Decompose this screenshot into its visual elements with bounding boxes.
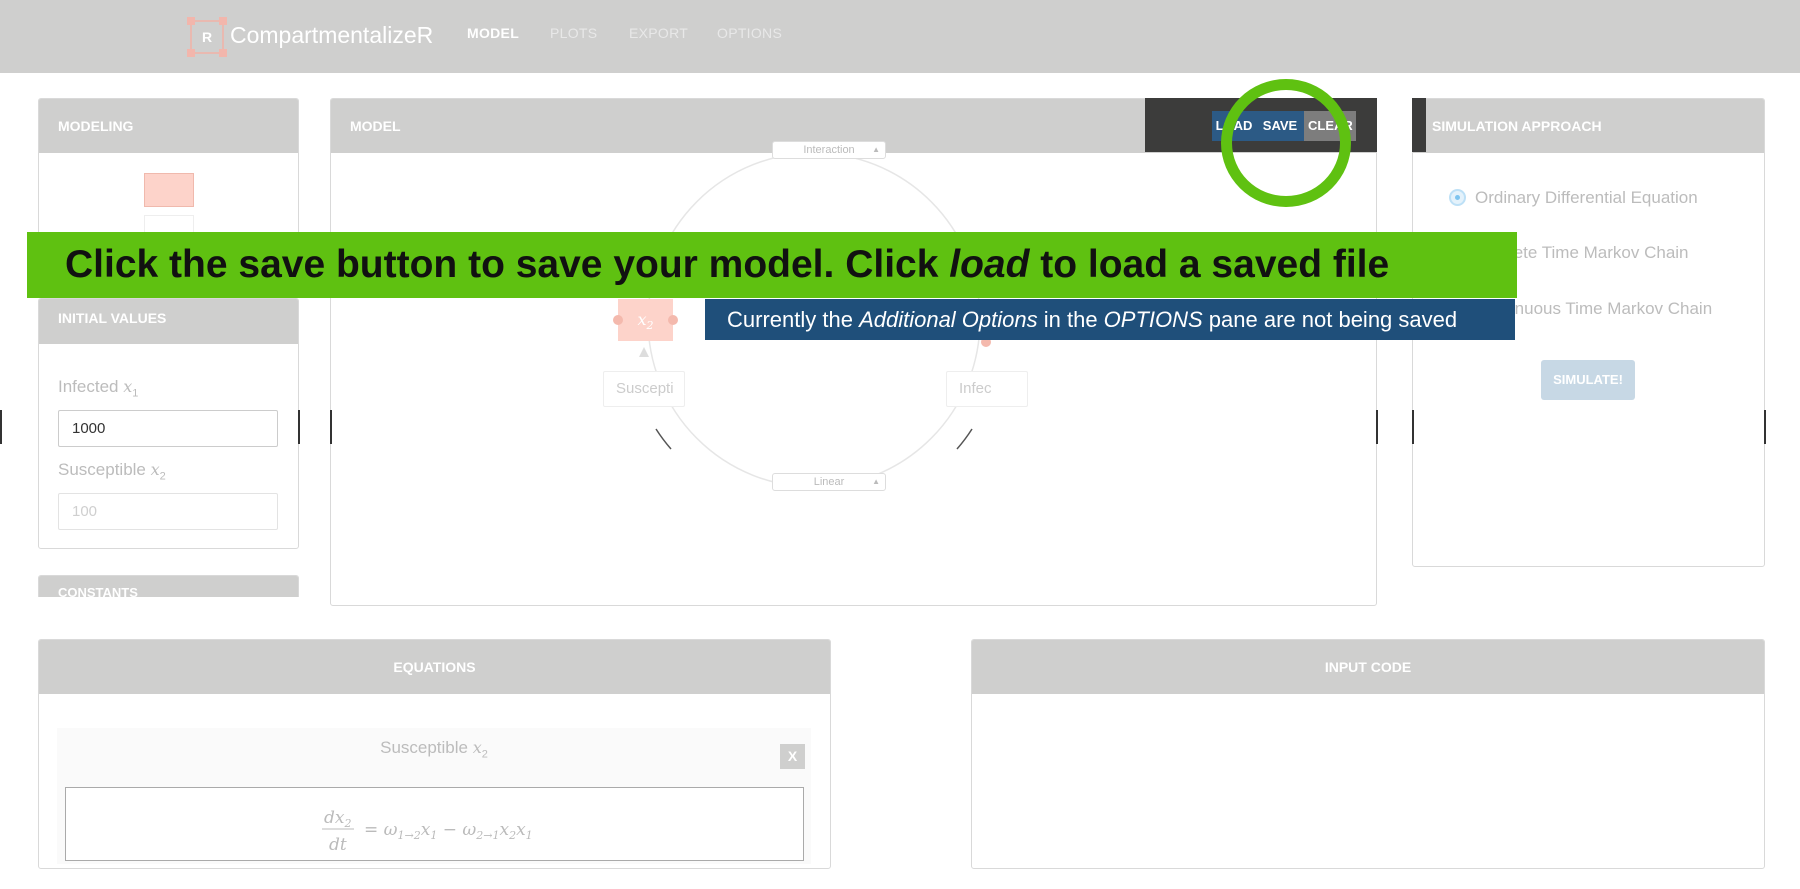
equation-card-var: x <box>472 738 482 757</box>
node-sub: 2 <box>646 319 654 333</box>
tutorial-text-italic: load <box>949 243 1030 286</box>
node-var: x <box>637 310 647 329</box>
diagram-arrowhead <box>639 347 649 357</box>
simulation-panel-title: SIMULATION APPROACH <box>1413 99 1764 153</box>
node-port-right[interactable] <box>668 315 678 325</box>
compartment-node[interactable]: x2 <box>618 299 673 341</box>
interaction-select[interactable]: Interaction ▲ <box>772 141 886 159</box>
constants-title: CONSTANTS <box>39 576 298 597</box>
constants-panel: CONSTANTS <box>38 575 299 597</box>
susceptible-node-label[interactable]: Suscepti <box>603 371 685 407</box>
interaction-select-value: Interaction <box>803 144 855 156</box>
equation-render: dx2 dt = ω1→2x1 − ω2→1x2x1 <box>322 808 533 855</box>
node-port-left[interactable] <box>613 315 623 325</box>
ode-option-label[interactable]: Ordinary Differential Equation <box>1475 185 1715 210</box>
tutorial-note: Currently the Additional Options in the … <box>705 299 1515 340</box>
equation-card-title-text: Susceptible <box>380 738 468 757</box>
edge-marker <box>1376 410 1378 444</box>
nav-export[interactable]: EXPORT <box>629 25 688 41</box>
compartment-swatch[interactable] <box>144 173 194 207</box>
diagram-edge-right <box>956 428 973 450</box>
modeling-panel-title: MODELING <box>39 99 298 153</box>
equation-denominator: dt <box>329 835 347 855</box>
note-italic-2: OPTIONS <box>1103 307 1203 332</box>
infected-node-label[interactable]: Infec <box>946 371 1028 407</box>
equation-card-title: Susceptible x2 <box>57 738 811 760</box>
tutorial-text-2: to load a saved file <box>1029 243 1390 286</box>
infected-var: x <box>123 377 133 396</box>
infected-label-text: Infected <box>58 377 119 396</box>
logo-letter: R <box>201 29 213 45</box>
equation-close-button[interactable]: X <box>780 744 805 769</box>
linear-select[interactable]: Linear ▲ <box>772 473 886 491</box>
diagram-edge-left <box>655 428 672 450</box>
nav-plots[interactable]: PLOTS <box>550 25 597 41</box>
input-code-panel-title: INPUT CODE <box>972 640 1764 694</box>
input-code-panel: INPUT CODE <box>971 639 1765 869</box>
edge-marker <box>1764 410 1766 444</box>
note-text-1: Currently the <box>727 307 860 332</box>
simulate-button[interactable]: SIMULATE! <box>1541 360 1635 400</box>
edge-marker <box>330 410 332 444</box>
compartment-swatch-secondary[interactable] <box>144 215 194 233</box>
note-text-2: in the <box>1037 307 1104 332</box>
app-logo[interactable]: R <box>187 17 227 57</box>
equation-rhs: = ω1→2x1 − ω2→1x2x1 <box>364 820 533 842</box>
infected-label: Infected x1 <box>58 377 138 399</box>
top-navbar: R CompartmentalizeR MODEL PLOTS EXPORT O… <box>0 0 1800 73</box>
model-diagram <box>639 152 981 488</box>
simulation-toolbar-edge <box>1412 98 1426 152</box>
tutorial-banner: Click the save button to save your model… <box>27 232 1517 298</box>
susceptible-input[interactable]: 100 <box>58 493 278 530</box>
model-panel: MODEL Interaction ▲ Linear ▲ x2 Suscepti I… <box>330 98 1377 606</box>
edge-marker <box>298 410 300 444</box>
edge-marker <box>1412 410 1414 444</box>
susceptible-label-text: Susceptible <box>58 460 146 479</box>
equation-numerator: dx2 <box>324 808 351 830</box>
tutorial-text-1: Click the save button to save your model… <box>65 243 950 286</box>
initial-values-panel: INITIAL VALUES Infected x1 1000 Suscepti… <box>38 298 299 549</box>
initial-values-title: INITIAL VALUES <box>39 299 298 344</box>
susceptible-sub: 2 <box>159 470 166 483</box>
nav-model[interactable]: MODEL <box>467 25 519 41</box>
modeling-panel: MODELING <box>38 98 299 235</box>
infected-input[interactable]: 1000 <box>58 410 278 447</box>
susceptible-var: x <box>150 460 160 479</box>
infected-sub: 1 <box>132 387 139 400</box>
note-text-3: pane are not being saved <box>1202 307 1458 332</box>
app-title[interactable]: CompartmentalizeR <box>230 22 433 49</box>
susceptible-label: Susceptible x2 <box>58 460 166 482</box>
equations-panel-title: EQUATIONS <box>39 640 830 694</box>
note-italic-1: Additional Options <box>859 307 1038 332</box>
ode-radio[interactable] <box>1449 189 1466 206</box>
equation-box: dx2 dt = ω1→2x1 − ω2→1x2x1 <box>65 787 804 861</box>
linear-select-value: Linear <box>813 476 845 488</box>
edge-marker <box>0 410 2 444</box>
nav-options[interactable]: OPTIONS <box>717 25 782 41</box>
save-highlight-ring <box>1221 79 1351 207</box>
equation-card-sub: 2 <box>481 748 488 761</box>
